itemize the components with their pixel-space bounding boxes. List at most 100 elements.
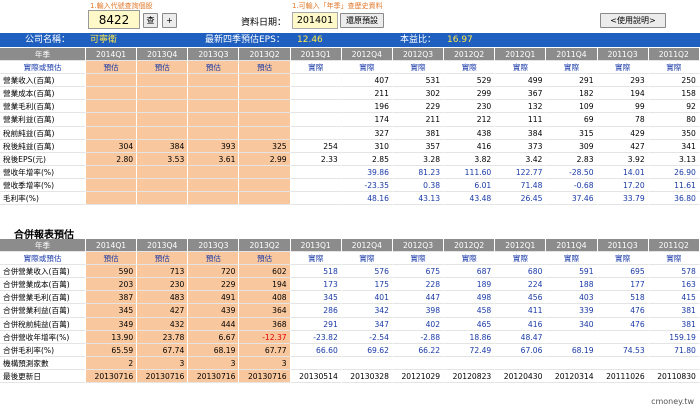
column-header: 2013Q2: [239, 239, 291, 253]
source-footer: cmoney.tw: [651, 397, 694, 406]
table-cell: [239, 100, 291, 114]
table-cell: 212: [444, 113, 496, 127]
table-cell: 2.33: [290, 152, 342, 166]
table-cell: 3.61: [188, 152, 240, 166]
table-cell: 158: [648, 87, 700, 101]
table-cell: [137, 113, 189, 127]
date-input[interactable]: 201401: [292, 12, 338, 29]
column-header: 2013Q4: [137, 48, 189, 62]
table-cell: 20130716: [86, 369, 138, 384]
table-cell: 576: [341, 265, 393, 279]
table-cell: 67.77: [239, 343, 291, 357]
table-cell: 384: [137, 139, 189, 153]
table-cell: 2.85: [341, 152, 393, 166]
column-header: 2013Q1: [290, 48, 342, 62]
table-cell: 43.13: [392, 192, 445, 206]
table-cell: 476: [597, 317, 649, 331]
type-cell: 實際: [341, 61, 393, 75]
table-cell: 2.83: [546, 152, 598, 166]
table-cell: [444, 356, 496, 370]
table-cell: 349: [86, 317, 138, 331]
table-cell: [290, 126, 342, 140]
table-cell: 92: [648, 100, 700, 114]
add-button[interactable]: +: [162, 13, 177, 28]
table-cell: 43.48: [444, 192, 496, 206]
type-cell: 實際: [341, 252, 393, 266]
table-cell: 17.20: [597, 178, 649, 193]
type-cell: 實際: [444, 61, 496, 75]
table-cell: 364: [239, 304, 291, 318]
table-cell: 48.16: [341, 192, 393, 206]
row-label: 合併稅前純益(百萬): [0, 317, 86, 331]
table-cell: [290, 74, 342, 88]
table-cell: [290, 113, 342, 127]
table-cell: 174: [341, 113, 393, 127]
table-cell: [137, 100, 189, 114]
table-cell: 188: [546, 278, 598, 292]
table-cell: 529: [444, 74, 496, 88]
table-cell: 398: [392, 304, 445, 318]
table-cell: 310: [341, 139, 393, 153]
column-header: 2014Q1: [86, 239, 138, 253]
table-cell: 20120823: [444, 369, 496, 384]
table-cell: 20130328: [341, 369, 393, 384]
row-label: 營收年增率(%): [0, 165, 86, 179]
table-cell: 286: [290, 304, 342, 318]
table-cell: 173: [290, 278, 342, 292]
table-cell: 224: [495, 278, 547, 292]
eps-label: 最新四季預估EPS：: [205, 35, 285, 45]
table-cell: 37.46: [546, 192, 598, 206]
table-cell: 99: [597, 100, 649, 114]
restore-default-button[interactable]: 還原預設: [340, 13, 384, 28]
table-cell: 387: [86, 291, 138, 305]
column-header: 2013Q2: [239, 48, 291, 62]
table-cell: 132: [495, 100, 547, 114]
table-cell: 18.86: [444, 330, 496, 344]
table-cell: 20111026: [597, 369, 649, 384]
table-cell: -2.54: [341, 330, 393, 344]
table-cell: 458: [444, 304, 496, 318]
row-label: 營業毛利(百萬): [0, 100, 86, 114]
help-button[interactable]: <使用說明>: [600, 13, 666, 28]
row-label: 營業利益(百萬): [0, 113, 86, 127]
type-cell: 實際或預估: [0, 252, 86, 266]
table-cell: 80: [648, 113, 700, 127]
row-label: 稅前純益(百萬): [0, 126, 86, 140]
table-cell: 229: [188, 278, 240, 292]
table-cell: 3.13: [648, 152, 700, 166]
table-cell: 367: [495, 87, 547, 101]
table-cell: [290, 178, 342, 193]
table-cell: [86, 87, 138, 101]
table-cell: 687: [444, 265, 496, 279]
table-cell: [86, 100, 138, 114]
table-cell: [239, 87, 291, 101]
table-cell: 33.79: [597, 192, 649, 206]
table-cell: 67.74: [137, 343, 189, 357]
query-button[interactable]: 查: [143, 13, 158, 28]
row-label: 合併營業利益(百萬): [0, 304, 86, 318]
table-cell: 2: [86, 356, 138, 370]
table-cell: [188, 165, 240, 179]
row-label: 營收季增率(%): [0, 178, 86, 193]
table-cell: 427: [137, 304, 189, 318]
table-cell: [597, 330, 649, 344]
table-cell: 3.92: [597, 152, 649, 166]
table-cell: -0.68: [546, 178, 598, 193]
type-cell: 實際: [546, 252, 598, 266]
table-cell: [86, 126, 138, 140]
table-cell: 429: [597, 126, 649, 140]
column-header: 2012Q3: [392, 48, 445, 62]
table-cell: 0.38: [392, 178, 445, 193]
company-name-label: 公司名稱：: [25, 35, 71, 45]
table-cell: 71.80: [648, 343, 700, 357]
table-cell: [188, 192, 240, 206]
table-cell: 427: [597, 139, 649, 153]
stock-code-input[interactable]: 8422: [88, 10, 140, 29]
table-cell: -12.37: [239, 330, 291, 344]
table-cell: [137, 87, 189, 101]
table-cell: 432: [137, 317, 189, 331]
input-bar: 1.輸入代號查詢個股 1.可輸入「年季」查歷史資料 8422 查 + 資料日期：…: [0, 0, 700, 32]
table-cell: 3.53: [137, 152, 189, 166]
type-cell: 實際: [648, 61, 700, 75]
table-cell: 447: [392, 291, 445, 305]
